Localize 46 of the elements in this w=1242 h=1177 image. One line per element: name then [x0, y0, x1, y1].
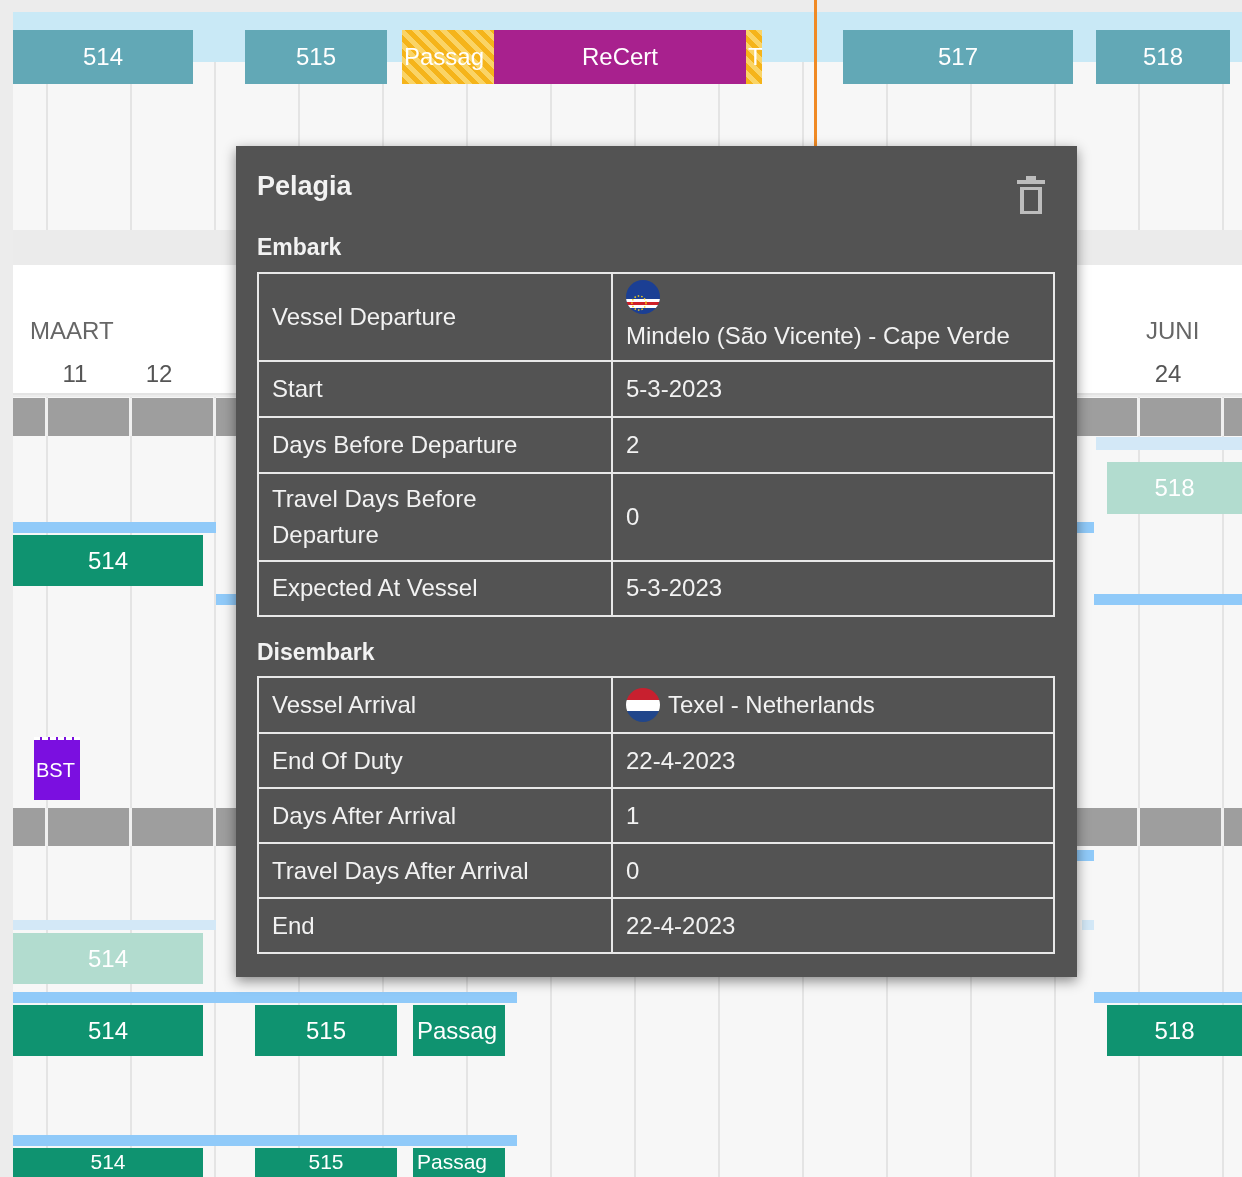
event-bar[interactable]: 518 — [1096, 30, 1230, 84]
section-title: Disembark — [257, 638, 376, 667]
field-label: End — [258, 898, 612, 954]
event-bar[interactable]: 517 — [843, 30, 1073, 84]
field-value: 0 — [612, 843, 1054, 899]
month-label: JUNI — [1146, 316, 1200, 346]
section-title: Embark — [257, 234, 343, 262]
delete-icon[interactable] — [1017, 176, 1045, 214]
netherlands-flag-icon — [626, 688, 660, 723]
day-number: 24 — [1153, 359, 1183, 389]
location-text: Mindelo (São Vicente) - Cape Verde — [626, 320, 1010, 351]
event-bar[interactable]: 514 — [13, 535, 203, 586]
field-label: Start — [258, 360, 612, 417]
event-bar[interactable]: 518 — [1107, 1005, 1242, 1056]
event-bar[interactable]: BST — [34, 737, 80, 800]
field-value: 2 — [612, 416, 1054, 473]
event-bar[interactable]: Passag — [413, 1005, 505, 1056]
event-bar[interactable]: ReCert — [494, 30, 746, 84]
field-label: Days After Arrival — [258, 788, 612, 844]
field-label: Travel Days Before Departure — [258, 472, 612, 561]
field-label: Days Before Departure — [258, 416, 612, 473]
event-bar[interactable]: 515 — [255, 1005, 397, 1056]
event-bar[interactable]: Passag — [413, 1148, 505, 1177]
availability-bar — [1082, 920, 1094, 930]
cape-verde-flag-icon — [626, 279, 660, 314]
field-label: Travel Days After Arrival — [258, 843, 612, 899]
field-value: 1 — [612, 788, 1054, 844]
day-number: 12 — [144, 359, 174, 389]
popup-title: Pelagia — [257, 170, 352, 203]
field-value: 5-3-2023 — [612, 360, 1054, 417]
field-value: 0 — [612, 472, 1054, 561]
event-bar[interactable]: 514 — [13, 1148, 203, 1177]
event-bar[interactable]: 515 — [245, 30, 387, 84]
field-label: End Of Duty — [258, 733, 612, 789]
field-value: 22-4-2023 — [612, 898, 1054, 954]
event-bar[interactable]: 515 — [255, 1148, 397, 1177]
day-number: 11 — [61, 359, 89, 389]
field-value: 22-4-2023 — [612, 733, 1054, 789]
field-label: Vessel Departure — [258, 272, 612, 361]
field-value: 5-3-2023 — [612, 560, 1054, 616]
location-text: Texel - Netherlands — [668, 690, 875, 721]
event-bar[interactable]: 514 — [13, 1005, 203, 1056]
field-label: Vessel Arrival — [258, 677, 612, 734]
event-bar[interactable]: 514 — [13, 30, 193, 84]
month-label: MAART — [30, 316, 114, 346]
field-label: Expected At Vessel — [258, 560, 612, 616]
